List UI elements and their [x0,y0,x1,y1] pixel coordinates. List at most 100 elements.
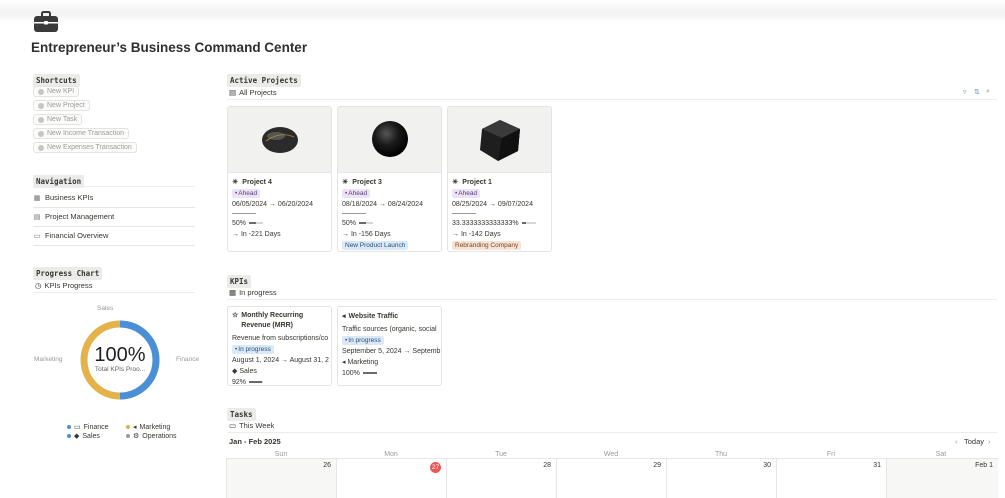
money-icon: ▭ [33,232,41,240]
chart-icon: ▦ [33,194,41,202]
project-card[interactable]: ☀Project 3 Ahead 08/18/2024 → 08/24/2024… [337,106,442,252]
project-dates: 06/05/2024 → 06/20/2024 [232,201,313,208]
kpi-percent: 92% [232,379,247,386]
status-badge: Ahead [342,189,371,198]
days-remaining: → In -156 Days [342,231,391,238]
progress-bar [362,372,377,375]
status-badge: Ahead [232,189,261,198]
new-kpi-button[interactable]: New KPI [33,86,80,97]
kpi-category: Marketing [347,359,379,366]
project-type-tag: Rebranding Company [452,241,522,250]
search-icon[interactable]: ⌕ [986,88,990,96]
nav-item-financial-overview[interactable]: ▭ Financial Overview [33,231,195,246]
kpi-card[interactable]: ◂ Website Traffic Traffic sources (organi… [337,306,442,386]
days-remaining: → In -221 Days [232,231,281,238]
progress-bar [521,222,536,225]
weekday-fri: Fri [826,451,836,458]
megaphone-icon: ◂ [133,424,137,431]
page-title: Entrepreneur’s Business Command Center [31,40,308,55]
chart-label-sales: Sales [97,305,114,312]
legend-item-finance: ▭ Finance [67,423,109,431]
chart-label-marketing: Marketing [34,356,63,363]
status-badge: In progress [342,336,384,345]
weekday-tue: Tue [495,451,507,458]
new-project-button[interactable]: New Project [33,100,90,111]
sun-icon: ☀ [342,179,349,186]
calendar-day-cell[interactable]: 28 [446,458,556,498]
project-name: Project 3 [352,179,382,186]
building-icon: ▤ [33,213,41,221]
view-tab-all-projects[interactable]: ▤ All Projects [229,88,277,97]
project-card[interactable]: ☀Project 1 Ahead 08/25/2024 → 09/07/2024… [447,106,552,252]
table-icon: ▤ [229,88,237,97]
today-button[interactable]: Today [964,437,984,446]
progress-chart-heading: Progress Chart [33,267,103,280]
kpi-name: Website Traffic [348,313,399,320]
new-task-button[interactable]: New Task [33,114,83,125]
donut-center-value: 100% [94,344,146,366]
calendar-day-cell[interactable]: 26 [226,458,336,498]
chevron-right-icon[interactable]: › [988,437,991,446]
weekday-sat: Sat [935,451,947,458]
sphere-shape-icon [372,121,408,157]
project-type-tag: New Product Launch [342,241,409,250]
sort-icon[interactable]: ⇅ [974,88,980,96]
star-icon: ☆ [232,312,239,319]
kpi-dates: September 5, 2024 → Septemb [342,348,441,355]
today-marker: 27 [430,462,441,473]
new-income-transaction-button[interactable]: New Income Transaction [33,128,130,139]
chart-label-finance: Finance [176,356,200,363]
chevron-left-icon[interactable]: ‹ [955,437,958,446]
megaphone-icon: ◂ [342,313,346,320]
kpi-description: Revenue from subscriptions/co [232,335,329,342]
project-cover-image [228,107,331,173]
kpi-category: Sales [239,368,257,375]
progress-percent: 50% [232,220,247,227]
divider [33,292,195,293]
page-cover [0,0,1005,22]
status-badge: In progress [232,345,274,354]
progress-bar [359,222,374,225]
new-expenses-transaction-button[interactable]: New Expenses Transaction [33,142,137,153]
plus-icon [38,144,44,151]
weekday-sun: Sun [274,451,288,458]
calendar-day-cell[interactable]: Feb 1 [886,458,998,498]
nav-item-business-kpis[interactable]: ▦ Business KPIs [33,193,195,208]
legend-item-marketing: ◂ Marketing [126,423,170,431]
calendar-day-cell[interactable]: 31 [776,458,886,498]
disc-shape-icon [262,127,298,153]
divider [227,99,997,100]
progress-bar [249,222,264,225]
nav-item-project-management[interactable]: ▤ Project Management [33,212,195,227]
progress-percent: 33.3333333333333% [452,220,519,227]
calendar-range: Jan - Feb 2025 [229,437,281,446]
project-cover-image [448,107,551,173]
plus-icon [38,88,44,95]
status-badge: Ahead [452,189,481,198]
gear-icon: ⚙ [133,433,140,440]
tag-icon: ◆ [74,433,80,440]
kpi-card[interactable]: ☆ Monthly Recurring Revenue (MRR) Revenue… [227,306,332,386]
project-card[interactable]: ☀Project 4 Ahead 06/05/2024 → 06/20/2024… [227,106,332,252]
view-tab-in-progress[interactable]: ▦ In progress [229,288,277,297]
kpi-dates: August 1, 2024 → August 31, 2 [232,357,329,364]
cube-shape-icon [480,120,520,161]
sun-icon: ☀ [452,179,459,186]
active-projects-heading: Active Projects [227,74,301,87]
plus-icon [38,130,44,137]
project-dates: 08/18/2024 → 08/24/2024 [342,201,423,208]
view-tab-kpis-progress[interactable]: ◷ KPIs Progress [35,281,92,290]
divider [33,186,195,187]
chart-icon: ▦ [229,288,237,297]
calendar-day-cell[interactable]: 29 [556,458,666,498]
progress-percent: 50% [342,220,357,227]
kpis-heading: KPIs [227,275,252,288]
briefcase-icon[interactable] [33,10,59,34]
filter-icon[interactable]: ▿ [963,88,967,96]
view-tab-this-week[interactable]: ▭ This Week [229,421,274,430]
calendar-day-cell[interactable]: 27 [336,458,446,498]
weekday-mon: Mon [384,451,398,458]
calendar-day-cell[interactable]: 30 [666,458,776,498]
legend-item-sales: ◆ Sales [67,432,100,440]
divider [227,299,997,300]
